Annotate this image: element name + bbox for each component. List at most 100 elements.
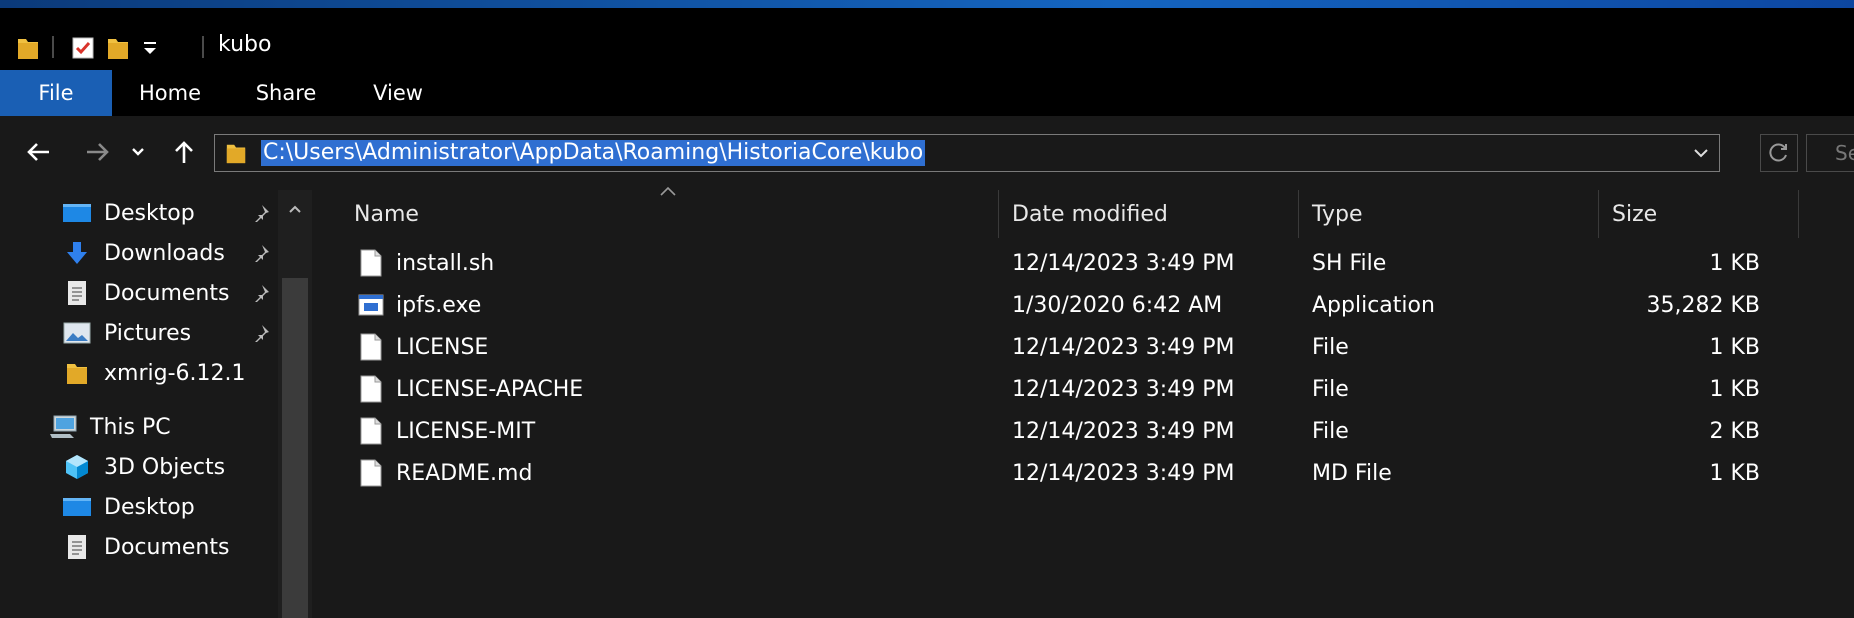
file-name-cell[interactable]: README.md [358, 452, 532, 494]
pin-icon[interactable] [250, 282, 272, 304]
sidebar-item-this-pc[interactable]: This PC [48, 406, 171, 448]
documents-icon [62, 533, 92, 561]
sidebar-item-documents-pc[interactable]: Documents [62, 526, 229, 568]
properties-icon[interactable] [70, 28, 96, 68]
tab-file[interactable]: File [0, 70, 112, 116]
file-date: 12/14/2023 3:49 PM [1012, 334, 1235, 360]
sidebar-item-label: Documents [104, 280, 230, 306]
downloads-icon [62, 239, 92, 267]
ribbon-tabs: File Home Share View [0, 70, 1854, 116]
window-title: kubo [218, 32, 272, 57]
file-name-cell[interactable]: LICENSE-APACHE [358, 368, 583, 410]
sidebar-item-label: Pictures [104, 320, 192, 346]
table-row[interactable]: LICENSE-APACHE 12/14/2023 3:49 PM File 1… [318, 368, 1798, 410]
column-header-date-modified[interactable]: Date modified [1012, 190, 1292, 238]
folder-icon [62, 359, 92, 387]
recent-locations-button[interactable] [126, 134, 150, 170]
table-row[interactable]: LICENSE 12/14/2023 3:49 PM File 1 KB [318, 326, 1798, 368]
table-row[interactable]: README.md 12/14/2023 3:49 PM MD File 1 K… [318, 452, 1798, 494]
back-button[interactable] [20, 134, 56, 170]
pin-icon[interactable] [250, 242, 272, 264]
column-divider[interactable] [1298, 190, 1299, 238]
tab-home[interactable]: Home [120, 70, 220, 116]
table-row[interactable]: LICENSE-MIT 12/14/2023 3:49 PM File 2 KB [318, 410, 1798, 452]
title-bar: kubo [0, 8, 1854, 70]
sidebar-item-documents[interactable]: Documents [62, 272, 229, 314]
file-icon [358, 458, 384, 488]
folder-icon [16, 28, 40, 68]
column-divider[interactable] [1798, 190, 1799, 238]
toolbar-separator [202, 36, 204, 58]
sidebar-item-xmrig[interactable]: xmrig-6.12.1 [62, 352, 246, 394]
file-icon [358, 416, 384, 446]
file-name-cell[interactable]: LICENSE-MIT [358, 410, 535, 452]
up-button[interactable] [166, 134, 202, 170]
window-top-border [0, 0, 1854, 8]
sidebar-item-3d-objects[interactable]: 3D Objects [62, 446, 225, 488]
file-size: 35,282 KB [1646, 292, 1761, 318]
back-arrow-icon [27, 143, 49, 161]
tab-share[interactable]: Share [236, 70, 336, 116]
file-name-cell[interactable]: ipfs.exe [358, 284, 481, 326]
file-name: LICENSE-MIT [396, 418, 536, 444]
sidebar-item-desktop[interactable]: Desktop [62, 192, 195, 234]
tab-view[interactable]: View [350, 70, 446, 116]
file-size: 1 KB [1709, 250, 1760, 276]
scroll-up-icon[interactable] [282, 196, 308, 222]
address-dropdown-button[interactable] [1683, 135, 1719, 171]
sidebar-item-pictures[interactable]: Pictures [62, 312, 191, 354]
sidebar-item-label: 3D Objects [104, 454, 226, 480]
folder-icon [225, 141, 247, 169]
file-type: File [1312, 376, 1349, 402]
file-name-cell[interactable]: LICENSE [358, 326, 488, 368]
file-icon [358, 248, 384, 278]
pictures-icon [62, 319, 92, 347]
sidebar-item-label: Documents [104, 534, 230, 560]
file-name: install.sh [396, 250, 495, 276]
file-date: 1/30/2020 6:42 AM [1012, 292, 1223, 318]
file-name: README.md [396, 460, 533, 486]
file-size: 2 KB [1709, 418, 1760, 444]
column-divider[interactable] [998, 190, 999, 238]
file-type: Application [1312, 292, 1435, 318]
file-name-cell[interactable]: install.sh [358, 242, 494, 284]
sidebar-scrollbar-thumb[interactable] [282, 278, 308, 618]
computer-icon [48, 413, 78, 441]
address-path[interactable]: C:\Users\Administrator\AppData\Roaming\H… [261, 140, 926, 166]
pin-icon[interactable] [250, 202, 272, 224]
customize-toolbar-icon[interactable] [140, 28, 160, 68]
file-icon [358, 374, 384, 404]
file-date: 12/14/2023 3:49 PM [1012, 376, 1235, 402]
application-icon [358, 290, 384, 320]
column-header-name[interactable]: Name [354, 190, 854, 238]
search-input[interactable]: Se [1806, 134, 1854, 172]
column-divider[interactable] [1598, 190, 1599, 238]
file-name: LICENSE [396, 334, 489, 360]
file-date: 12/14/2023 3:49 PM [1012, 460, 1235, 486]
new-folder-icon[interactable] [106, 28, 130, 68]
forward-arrow-icon [87, 143, 109, 161]
column-header-type[interactable]: Type [1312, 190, 1572, 238]
sidebar-item-downloads[interactable]: Downloads [62, 232, 225, 274]
sidebar-item-label: xmrig-6.12.1 [104, 360, 246, 386]
pin-icon[interactable] [250, 322, 272, 344]
chevron-down-icon [1694, 149, 1708, 158]
3d-objects-icon [62, 453, 92, 481]
refresh-button[interactable] [1760, 134, 1798, 172]
navigation-pane: Desktop Downloads Documents Pictures xmr… [0, 190, 318, 618]
file-date: 12/14/2023 3:49 PM [1012, 418, 1235, 444]
sidebar-item-desktop-pc[interactable]: Desktop [62, 486, 195, 528]
file-list: Name Date modified Type Size install.sh … [318, 186, 1854, 618]
file-size: 1 KB [1709, 334, 1760, 360]
table-row[interactable]: ipfs.exe 1/30/2020 6:42 AM Application 3… [318, 284, 1798, 326]
table-row[interactable]: install.sh 12/14/2023 3:49 PM SH File 1 … [318, 242, 1798, 284]
file-type: File [1312, 418, 1349, 444]
file-type: File [1312, 334, 1349, 360]
sidebar-item-label: Desktop [104, 200, 195, 226]
forward-button[interactable] [80, 134, 116, 170]
column-header-size[interactable]: Size [1612, 190, 1762, 238]
file-type: MD File [1312, 460, 1392, 486]
chevron-down-icon [132, 148, 144, 156]
navigation-bar: C:\Users\Administrator\AppData\Roaming\H… [0, 116, 1854, 190]
address-bar[interactable]: C:\Users\Administrator\AppData\Roaming\H… [214, 134, 1720, 172]
